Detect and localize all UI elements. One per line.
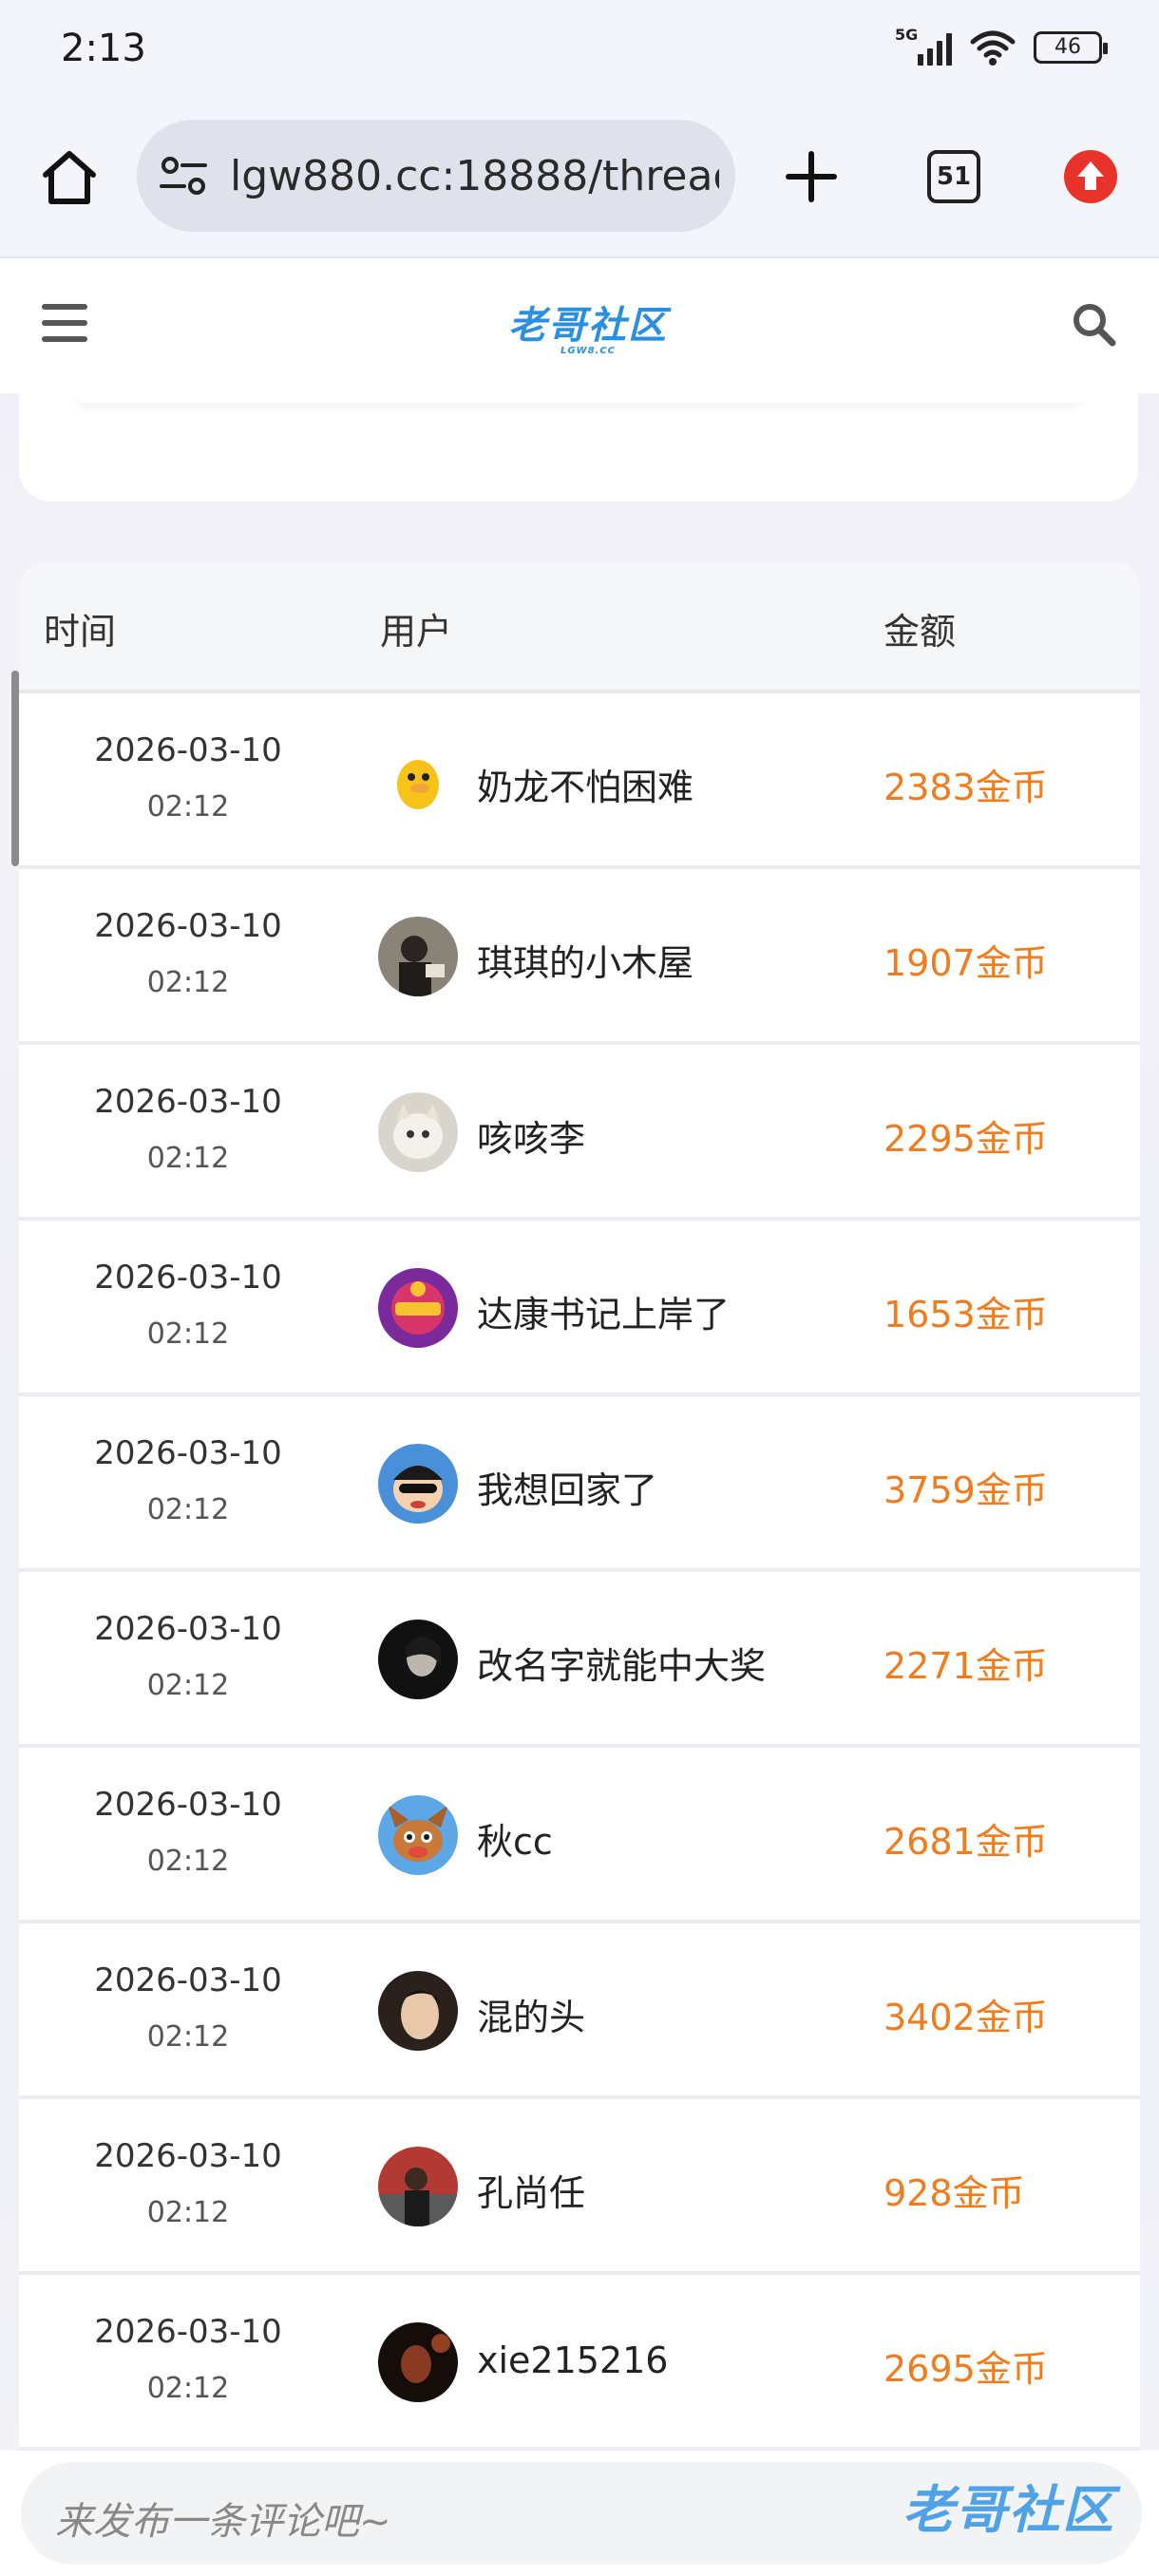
row-amount: 1907金币 [884,942,1048,984]
table-row: 2026-03-10 02:12 秋cc 2681金币 [19,1748,1140,1923]
row-date: 2026-03-10 [94,1610,282,1648]
signal-icon: 5G [895,26,952,66]
row-date: 2026-03-10 [94,1434,282,1472]
avatar[interactable] [378,1268,458,1348]
row-time: 02:12 [146,2372,230,2405]
status-bar: 2:13 5G 46 [0,0,1159,104]
row-date: 2026-03-10 [94,731,282,769]
row-time: 02:12 [146,790,230,824]
reward-table: 时间 用户 金额 2026-03-10 02:12 奶龙不怕困难 2383金币 … [19,562,1140,2462]
row-time: 02:12 [146,1845,230,1878]
row-amount: 2271金币 [884,1645,1048,1687]
table-row: 2026-03-10 02:12 改名字就能中大奖 2271金币 [19,1572,1140,1748]
status-icons: 5G 46 [895,26,1108,66]
menu-icon[interactable] [42,304,87,342]
row-date: 2026-03-10 [94,2313,282,2351]
avatar[interactable] [378,2322,458,2402]
url-text[interactable]: lgw880.cc:18888/thread [230,152,719,200]
new-tab-icon[interactable] [781,146,842,207]
row-user[interactable]: 我想回家了 [477,1461,657,1513]
avatar[interactable] [378,1092,458,1172]
site-settings-icon[interactable] [160,156,207,196]
row-date: 2026-03-10 [94,1083,282,1121]
row-time: 02:12 [146,2196,230,2229]
search-icon[interactable] [1070,300,1117,348]
table-row: 2026-03-10 02:12 奶龙不怕困难 2383金币 [19,693,1140,869]
table-row: 2026-03-10 02:12 达康书记上岸了 1653金币 [19,1221,1140,1396]
row-date: 2026-03-10 [94,1961,282,1999]
row-user[interactable]: 秋cc [477,1812,553,1865]
home-icon[interactable] [36,144,103,211]
table-row: 2026-03-10 02:12 孔尚任 928金币 [19,2099,1140,2275]
avatar[interactable] [378,1795,458,1875]
scrollbar[interactable] [11,671,19,866]
avatar[interactable] [378,741,458,821]
watermark-logo: 老哥社区 [902,2480,1115,2540]
row-user[interactable]: 达康书记上岸了 [477,1285,730,1337]
header-amount: 金额 [884,611,957,653]
table-row: 2026-03-10 02:12 xie215216 2695金币 [19,2275,1140,2451]
avatar[interactable] [378,1619,458,1699]
wifi-icon [970,30,1016,66]
avatar[interactable] [378,1971,458,2051]
header-time: 时间 [44,611,117,653]
row-time: 02:12 [146,1493,230,1526]
row-user[interactable]: xie215216 [477,2339,669,2381]
row-date: 2026-03-10 [94,1259,282,1297]
row-time: 02:12 [146,1317,230,1351]
tab-switcher-button[interactable]: 51 [927,150,980,203]
row-amount: 3402金币 [884,1997,1048,2038]
row-amount: 2295金币 [884,1118,1048,1160]
row-amount: 3759金币 [884,1469,1048,1511]
avatar[interactable] [378,2147,458,2226]
status-time: 2:13 [61,27,146,70]
site-header: 老哥社区 LGW8.CC [0,258,1159,393]
row-date: 2026-03-10 [94,907,282,945]
row-user[interactable]: 琪琪的小木屋 [477,934,694,986]
battery-icon: 46 [1034,31,1108,64]
row-date: 2026-03-10 [94,2137,282,2175]
row-amount: 2695金币 [884,2348,1048,2390]
browser-toolbar: lgw880.cc:18888/thread 51 [0,104,1159,258]
row-amount: 2681金币 [884,1821,1048,1863]
row-time: 02:12 [146,2020,230,2054]
update-icon[interactable] [1064,150,1117,203]
previous-card [19,393,1138,502]
row-user[interactable]: 孔尚任 [477,2164,585,2216]
address-bar[interactable]: lgw880.cc:18888/thread [137,120,735,232]
site-logo[interactable]: 老哥社区 LGW8.CC [508,294,668,356]
table-header: 时间 用户 金额 [19,562,1140,693]
row-amount: 928金币 [884,2172,1025,2214]
row-time: 02:12 [146,1142,230,1175]
row-user[interactable]: 奶龙不怕困难 [477,758,694,810]
header-user: 用户 [380,611,453,653]
avatar[interactable] [378,1444,458,1524]
row-time: 02:12 [146,1669,230,1702]
comment-placeholder[interactable]: 来发布一条评论吧~ [55,2491,391,2546]
row-user[interactable]: 改名字就能中大奖 [477,1637,766,1689]
table-row: 2026-03-10 02:12 混的头 3402金币 [19,1923,1140,2099]
row-date: 2026-03-10 [94,1786,282,1824]
row-amount: 1653金币 [884,1294,1048,1335]
table-row: 2026-03-10 02:12 咳咳李 2295金币 [19,1045,1140,1221]
avatar[interactable] [378,917,458,996]
row-user[interactable]: 混的头 [477,1988,585,2040]
row-user[interactable]: 咳咳李 [477,1109,585,1162]
row-time: 02:12 [146,966,230,999]
table-row: 2026-03-10 02:12 我想回家了 3759金币 [19,1396,1140,1572]
row-amount: 2383金币 [884,767,1048,808]
table-row: 2026-03-10 02:12 琪琪的小木屋 1907金币 [19,869,1140,1045]
